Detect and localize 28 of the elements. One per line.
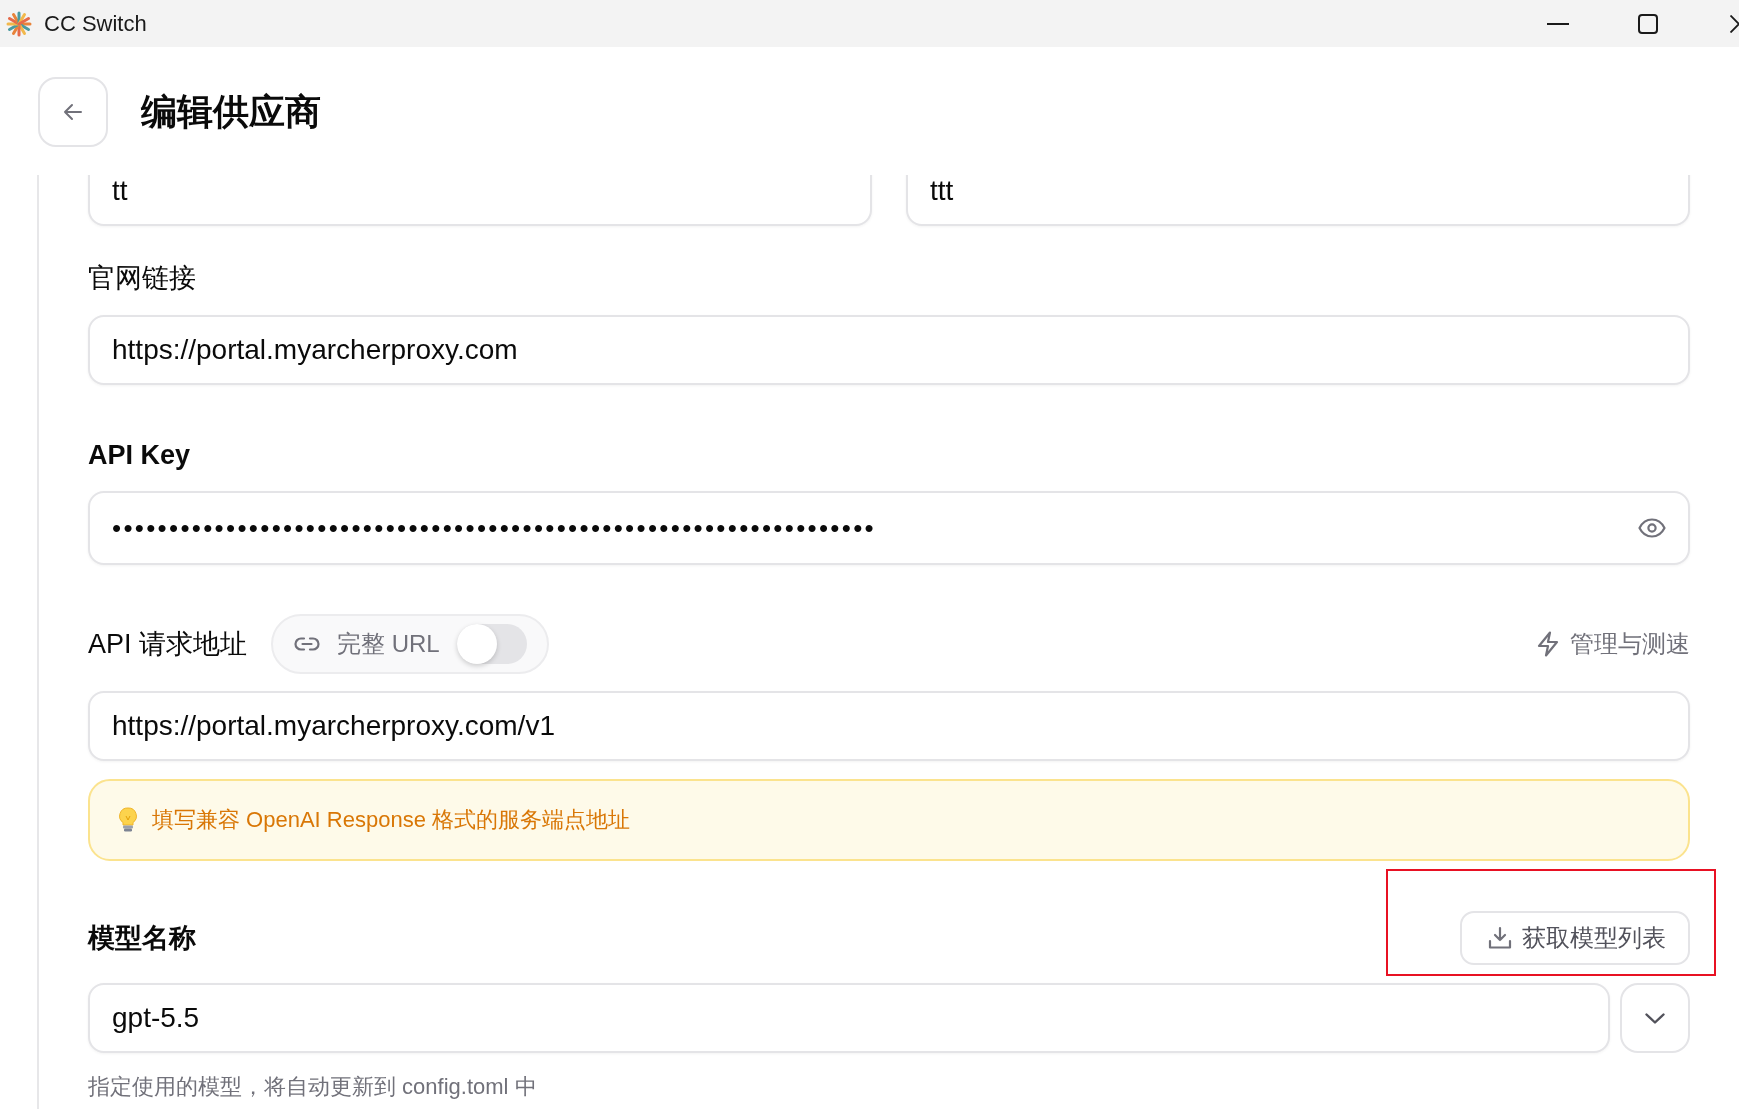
toggle-label: 完整 URL <box>337 629 440 659</box>
field-label: API Key <box>88 439 191 471</box>
fetch-models-button[interactable]: 获取模型列表 <box>1460 911 1690 965</box>
maximize-icon[interactable] <box>1638 13 1658 34</box>
download-icon <box>1488 926 1512 950</box>
light-bulb-icon <box>118 807 138 833</box>
chevron-down-icon <box>1645 1012 1665 1024</box>
page-title: 编辑供应商 <box>141 90 321 134</box>
close-icon[interactable] <box>1730 14 1739 33</box>
text-field[interactable]: ttt <box>906 175 1690 226</box>
model-field[interactable]: gpt-5.5 <box>88 983 1610 1053</box>
link-icon <box>294 637 321 651</box>
eye-icon[interactable] <box>1638 518 1666 538</box>
starburst-icon <box>6 10 32 37</box>
password-field[interactable]: ••••••••••••••••••••••••••••••••••••••••••••••••••••••••••••••••••• <box>88 491 1690 565</box>
field-label: 官网链接 <box>88 262 196 294</box>
helper-text: 指定使用的模型，将自动更新到 config.toml 中 <box>88 1073 537 1101</box>
url-field[interactable]: https://portal.myarcherproxy.com/v1 <box>88 691 1690 761</box>
field-label: 模型名称 <box>88 922 196 954</box>
text-field[interactable]: tt <box>88 175 872 226</box>
field-label: API 请求地址 <box>88 628 248 660</box>
minimize-icon[interactable] <box>1547 22 1569 25</box>
manage-link[interactable]: 管理与测速 <box>1536 628 1690 660</box>
lightning-icon <box>1536 631 1560 657</box>
toggle-switch[interactable] <box>456 624 527 664</box>
window-title: CC Switch <box>44 10 147 37</box>
url-field[interactable]: https://portal.myarcherproxy.com <box>88 315 1690 385</box>
hint-text: 填写兼容 OpenAI Response 格式的服务端点地址 <box>152 806 630 834</box>
